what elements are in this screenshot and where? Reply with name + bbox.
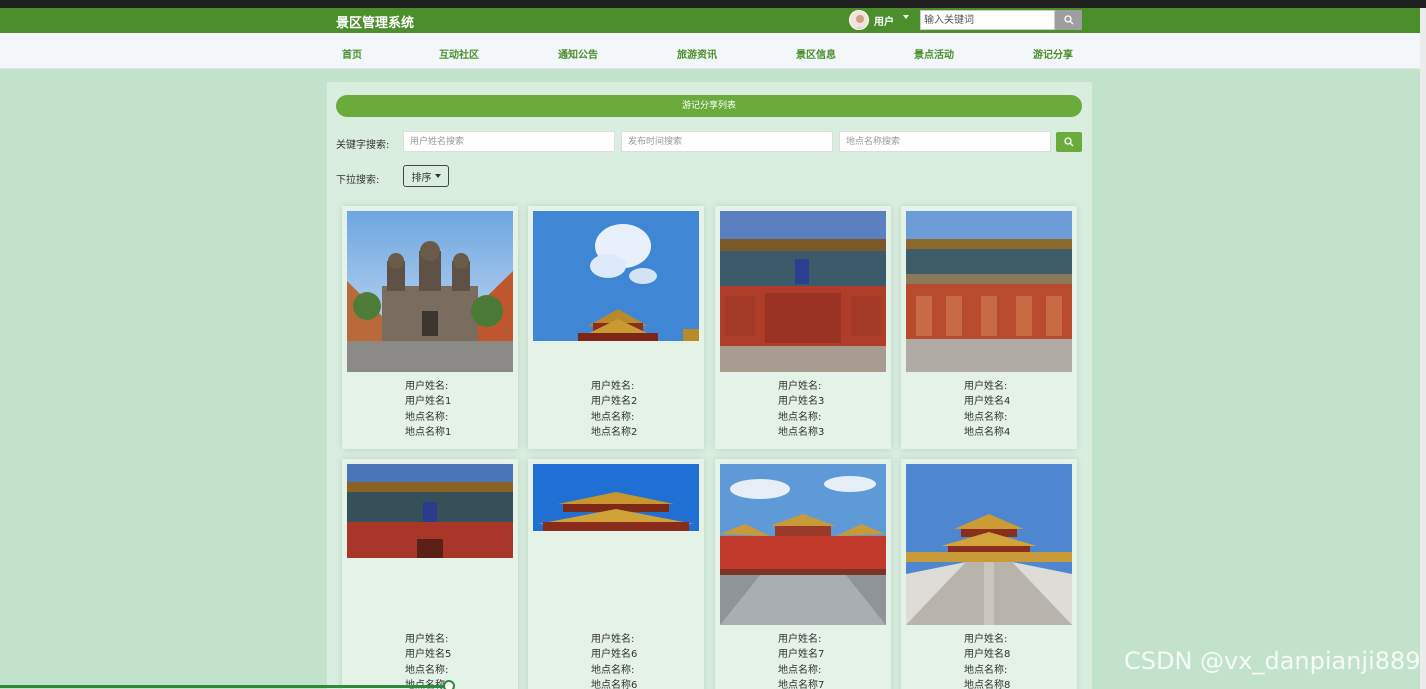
card-username: 用户姓名8 — [964, 649, 1011, 661]
nav-item-home[interactable]: 首页 — [342, 46, 362, 61]
card-username: 用户姓名3 — [778, 396, 825, 408]
header-search-button[interactable] — [1055, 10, 1082, 30]
card-username-label: 用户姓名: — [405, 634, 449, 645]
nav-item-travel-news[interactable]: 旅游资讯 — [677, 46, 717, 61]
card-username-label: 用户姓名: — [778, 634, 822, 645]
top-header: 景区管理系统 用户 — [0, 8, 1426, 33]
card-meta: 用户姓名: 用户姓名6 地点名称: 地点名称6 — [591, 632, 637, 689]
card-username: 用户姓名6 — [591, 649, 638, 661]
card-meta: 用户姓名: 用户姓名7 地点名称: 地点名称7 — [778, 632, 824, 689]
card-username-label: 用户姓名: — [405, 381, 449, 392]
card-username-label: 用户姓名: — [591, 381, 635, 392]
card-username: 用户姓名4 — [964, 396, 1011, 408]
browser-top-strip — [0, 0, 1426, 8]
card-place: 地点名称3 — [778, 426, 825, 438]
card-image[interactable] — [533, 211, 699, 341]
card-image[interactable] — [906, 211, 1072, 372]
nav-item-community[interactable]: 互动社区 — [439, 46, 479, 61]
content-panel: 游记分享列表 关键字搜索: 下拉搜索: 排序 — [327, 82, 1092, 689]
travel-note-card[interactable]: 用户姓名: 用户姓名7 地点名称: 地点名称7 — [715, 459, 891, 689]
card-image[interactable] — [906, 464, 1072, 625]
card-place-label: 地点名称: — [778, 411, 822, 423]
card-image[interactable] — [533, 464, 699, 531]
travel-note-card[interactable]: 用户姓名: 用户姓名2 地点名称: 地点名称2 — [528, 206, 704, 449]
card-place-label: 地点名称: — [778, 664, 822, 676]
search-icon — [1064, 137, 1074, 147]
dropdown-search-label: 下拉搜索: — [336, 175, 380, 186]
main-nav: 首页 互动社区 通知公告 旅游资讯 景区信息 景点活动 游记分享 — [0, 33, 1420, 69]
card-username: 用户姓名1 — [405, 396, 452, 408]
card-image[interactable] — [347, 464, 513, 558]
watermark: CSDN @vx_danpianji889 — [1124, 647, 1421, 675]
card-place-label: 地点名称: — [964, 411, 1008, 423]
search-button[interactable] — [1056, 132, 1082, 152]
card-meta: 用户姓名: 用户姓名8 地点名称: 地点名称8 — [964, 632, 1010, 689]
nav-item-activities[interactable]: 景点活动 — [914, 46, 954, 61]
search-icon — [1063, 15, 1073, 25]
card-username-label: 用户姓名: — [778, 381, 822, 392]
user-avatar[interactable] — [849, 10, 869, 30]
card-place: 地点名称2 — [591, 426, 638, 438]
nav-item-notices[interactable]: 通知公告 — [558, 46, 598, 61]
card-place-label: 地点名称: — [591, 411, 635, 423]
card-place-label: 地点名称: — [591, 664, 635, 676]
sort-dropdown[interactable]: 排序 — [403, 165, 449, 187]
card-place: 地点名称4 — [964, 426, 1011, 438]
card-username-label: 用户姓名: — [964, 381, 1008, 392]
user-menu-label[interactable]: 用户 — [874, 13, 894, 28]
card-meta: 用户姓名: 用户姓名1 地点名称: 地点名称1 — [405, 379, 451, 440]
card-place: 地点名称7 — [778, 679, 825, 689]
keyword-search-label: 关键字搜索: — [336, 140, 390, 151]
username-search-input[interactable] — [403, 131, 615, 152]
travel-note-card[interactable]: 用户姓名: 用户姓名5 地点名称: 地点名称5 — [342, 459, 518, 689]
loading-spinner-icon — [443, 680, 455, 689]
card-place: 地点名称1 — [405, 426, 452, 438]
card-image[interactable] — [347, 211, 513, 372]
card-place: 地点名称8 — [964, 679, 1011, 689]
card-username-label: 用户姓名: — [591, 634, 635, 645]
travel-note-card[interactable]: 用户姓名: 用户姓名6 地点名称: 地点名称6 — [528, 459, 704, 689]
card-place-label: 地点名称: — [405, 411, 449, 423]
card-username: 用户姓名7 — [778, 649, 825, 661]
travel-note-card[interactable]: 用户姓名: 用户姓名1 地点名称: 地点名称1 — [342, 206, 518, 449]
card-image[interactable] — [720, 464, 886, 625]
card-image[interactable] — [720, 211, 886, 372]
travel-note-card[interactable]: 用户姓名: 用户姓名4 地点名称: 地点名称4 — [901, 206, 1077, 449]
card-meta: 用户姓名: 用户姓名4 地点名称: 地点名称4 — [964, 379, 1010, 440]
card-username: 用户姓名2 — [591, 396, 638, 408]
card-place-label: 地点名称: — [405, 664, 449, 676]
card-username: 用户姓名5 — [405, 649, 452, 661]
site-brand[interactable]: 景区管理系统 — [336, 12, 414, 31]
header-search-input[interactable] — [920, 10, 1055, 30]
loading-progress-bar — [0, 685, 450, 688]
page-title: 游记分享列表 — [336, 95, 1082, 117]
sort-dropdown-label: 排序 — [411, 172, 432, 184]
card-meta: 用户姓名: 用户姓名3 地点名称: 地点名称3 — [778, 379, 824, 440]
card-place-label: 地点名称: — [964, 664, 1008, 676]
chevron-down-icon — [434, 174, 441, 178]
user-menu-caret-icon[interactable] — [903, 15, 909, 19]
card-username-label: 用户姓名: — [964, 634, 1008, 645]
time-search-input[interactable] — [621, 131, 833, 152]
travel-note-card[interactable]: 用户姓名: 用户姓名3 地点名称: 地点名称3 — [715, 206, 891, 449]
page-scrollbar[interactable] — [1420, 8, 1426, 689]
nav-item-scenic-info[interactable]: 景区信息 — [796, 46, 836, 61]
travel-note-card[interactable]: 用户姓名: 用户姓名8 地点名称: 地点名称8 — [901, 459, 1077, 689]
nav-item-travel-notes[interactable]: 游记分享 — [1033, 46, 1073, 61]
place-search-input[interactable] — [839, 131, 1051, 152]
card-place: 地点名称6 — [591, 679, 638, 689]
card-meta: 用户姓名: 用户姓名2 地点名称: 地点名称2 — [591, 379, 637, 440]
